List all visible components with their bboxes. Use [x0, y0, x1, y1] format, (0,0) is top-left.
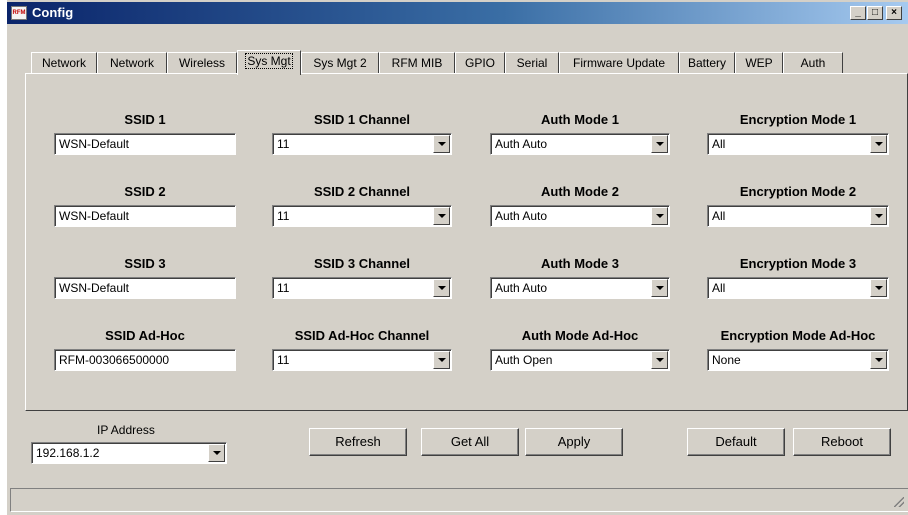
tab-label: Network [109, 56, 154, 70]
ssid-adhoc-label: SSID Ad-Hoc [105, 328, 185, 343]
chevron-down-icon[interactable] [651, 351, 668, 369]
tab-label: RFM MIB [391, 56, 443, 70]
apply-button[interactable]: Apply [525, 428, 623, 456]
auth-mode-adhoc-label: Auth Mode Ad-Hoc [521, 328, 639, 343]
tab-network-2[interactable]: Network [97, 52, 167, 74]
ssid-adhoc-channel-label: SSID Ad-Hoc Channel [294, 328, 430, 343]
encryption-mode-1-label: Encryption Mode 1 [739, 112, 857, 127]
reboot-button[interactable]: Reboot [793, 428, 891, 456]
chevron-down-icon[interactable] [870, 351, 887, 369]
select-value: Auth Auto [495, 209, 548, 223]
ssid-3-channel-label: SSID 3 Channel [313, 256, 411, 271]
chevron-down-icon[interactable] [651, 279, 668, 297]
encryption-mode-2-select[interactable]: All [707, 205, 889, 227]
tab-sys-mgt-2[interactable]: Sys Mgt 2 [301, 52, 379, 74]
chevron-down-icon[interactable] [870, 135, 887, 153]
ssid-3-label: SSID 3 [124, 256, 166, 271]
ssid-2-label: SSID 2 [124, 184, 166, 199]
auth-mode-3-select[interactable]: Auth Auto [490, 277, 670, 299]
ssid-3-input[interactable]: WSN-Default [54, 277, 236, 299]
select-value: 11 [277, 353, 290, 367]
refresh-button[interactable]: Refresh [309, 428, 407, 456]
chevron-down-icon[interactable] [433, 135, 450, 153]
minimize-button[interactable]: _ [850, 6, 866, 20]
maximize-button[interactable]: □ [867, 6, 883, 20]
get-all-button[interactable]: Get All [421, 428, 519, 456]
select-value: All [712, 209, 726, 223]
ip-address-select[interactable]: 192.168.1.2 [31, 442, 227, 464]
ssid-3-channel-select[interactable]: 11 [272, 277, 452, 299]
ssid-adhoc-input[interactable]: RFM-003066500000 [54, 349, 236, 371]
encryption-mode-adhoc-select[interactable]: None [707, 349, 889, 371]
auth-mode-1-select[interactable]: Auth Auto [490, 133, 670, 155]
ip-address-label: IP Address [97, 423, 155, 437]
encryption-mode-adhoc-label: Encryption Mode Ad-Hoc [720, 328, 876, 343]
chevron-down-icon[interactable] [433, 279, 450, 297]
select-value: All [712, 137, 726, 151]
auth-mode-adhoc-select[interactable]: Auth Open [490, 349, 670, 371]
select-value: 11 [277, 137, 290, 151]
tab-label: Sys Mgt [245, 53, 293, 69]
chevron-down-icon[interactable] [651, 135, 668, 153]
chevron-down-icon[interactable] [651, 207, 668, 225]
auth-mode-2-label: Auth Mode 2 [541, 184, 619, 199]
ssid-1-channel-select[interactable]: 11 [272, 133, 452, 155]
ssid-1-input[interactable]: WSN-Default [54, 133, 236, 155]
app-icon: RFM [11, 6, 27, 20]
resize-grip-icon[interactable] [894, 497, 904, 507]
select-value: None [712, 353, 741, 367]
select-value: Auth Auto [495, 137, 548, 151]
chevron-down-icon[interactable] [870, 279, 887, 297]
ssid-2-channel-label: SSID 2 Channel [313, 184, 411, 199]
select-value: 11 [277, 209, 290, 223]
tab-label: Sys Mgt 2 [313, 56, 367, 70]
tab-label: Firmware Update [572, 56, 666, 70]
select-value: 11 [277, 281, 290, 295]
tab-label: GPIO [464, 56, 495, 70]
ssid-adhoc-channel-select[interactable]: 11 [272, 349, 452, 371]
auth-mode-1-label: Auth Mode 1 [541, 112, 619, 127]
tab-sys-mgt[interactable]: Sys Mgt [237, 50, 301, 75]
tab-label: Battery [687, 56, 726, 70]
tab-auth[interactable]: Auth [783, 52, 843, 74]
chevron-down-icon[interactable] [433, 351, 450, 369]
select-value: 192.168.1.2 [36, 446, 100, 460]
chevron-down-icon[interactable] [208, 444, 225, 462]
tab-firmware-update[interactable]: Firmware Update [559, 52, 679, 74]
encryption-mode-1-select[interactable]: All [707, 133, 889, 155]
encryption-mode-3-select[interactable]: All [707, 277, 889, 299]
select-value: Auth Auto [495, 281, 548, 295]
tab-wireless[interactable]: Wireless [167, 52, 237, 74]
ssid-2-input[interactable]: WSN-Default [54, 205, 236, 227]
ssid-1-channel-label: SSID 1 Channel [313, 112, 411, 127]
sys-mgt-panel: SSID 1 WSN-Default SSID 1 Channel 11 Aut… [25, 73, 908, 411]
chevron-down-icon[interactable] [433, 207, 450, 225]
encryption-mode-3-label: Encryption Mode 3 [739, 256, 857, 271]
config-window: RFM Config _ □ × Network Network Wireles… [6, 0, 908, 515]
tab-battery[interactable]: Battery [679, 52, 735, 74]
select-value: All [712, 281, 726, 295]
status-bar [10, 488, 908, 512]
auth-mode-3-label: Auth Mode 3 [541, 256, 619, 271]
tab-gpio[interactable]: GPIO [455, 52, 505, 74]
default-button[interactable]: Default [687, 428, 785, 456]
tab-label: Wireless [178, 56, 225, 70]
auth-mode-2-select[interactable]: Auth Auto [490, 205, 670, 227]
title-bar[interactable]: RFM Config _ □ × [7, 2, 908, 24]
tab-label: Auth [800, 56, 826, 70]
tab-label: WEP [745, 56, 773, 70]
close-button[interactable]: × [886, 6, 902, 20]
encryption-mode-2-label: Encryption Mode 2 [739, 184, 857, 199]
tab-serial[interactable]: Serial [505, 52, 559, 74]
tab-wep[interactable]: WEP [735, 52, 783, 74]
tab-label: Serial [516, 56, 548, 70]
tab-label: Network [41, 56, 86, 70]
chevron-down-icon[interactable] [870, 207, 887, 225]
ssid-2-channel-select[interactable]: 11 [272, 205, 452, 227]
tab-network-1[interactable]: Network [31, 52, 97, 74]
window-title: Config [32, 5, 74, 20]
ssid-1-label: SSID 1 [124, 112, 166, 127]
tab-rfm-mib[interactable]: RFM MIB [379, 52, 455, 74]
select-value: Auth Open [495, 353, 553, 367]
